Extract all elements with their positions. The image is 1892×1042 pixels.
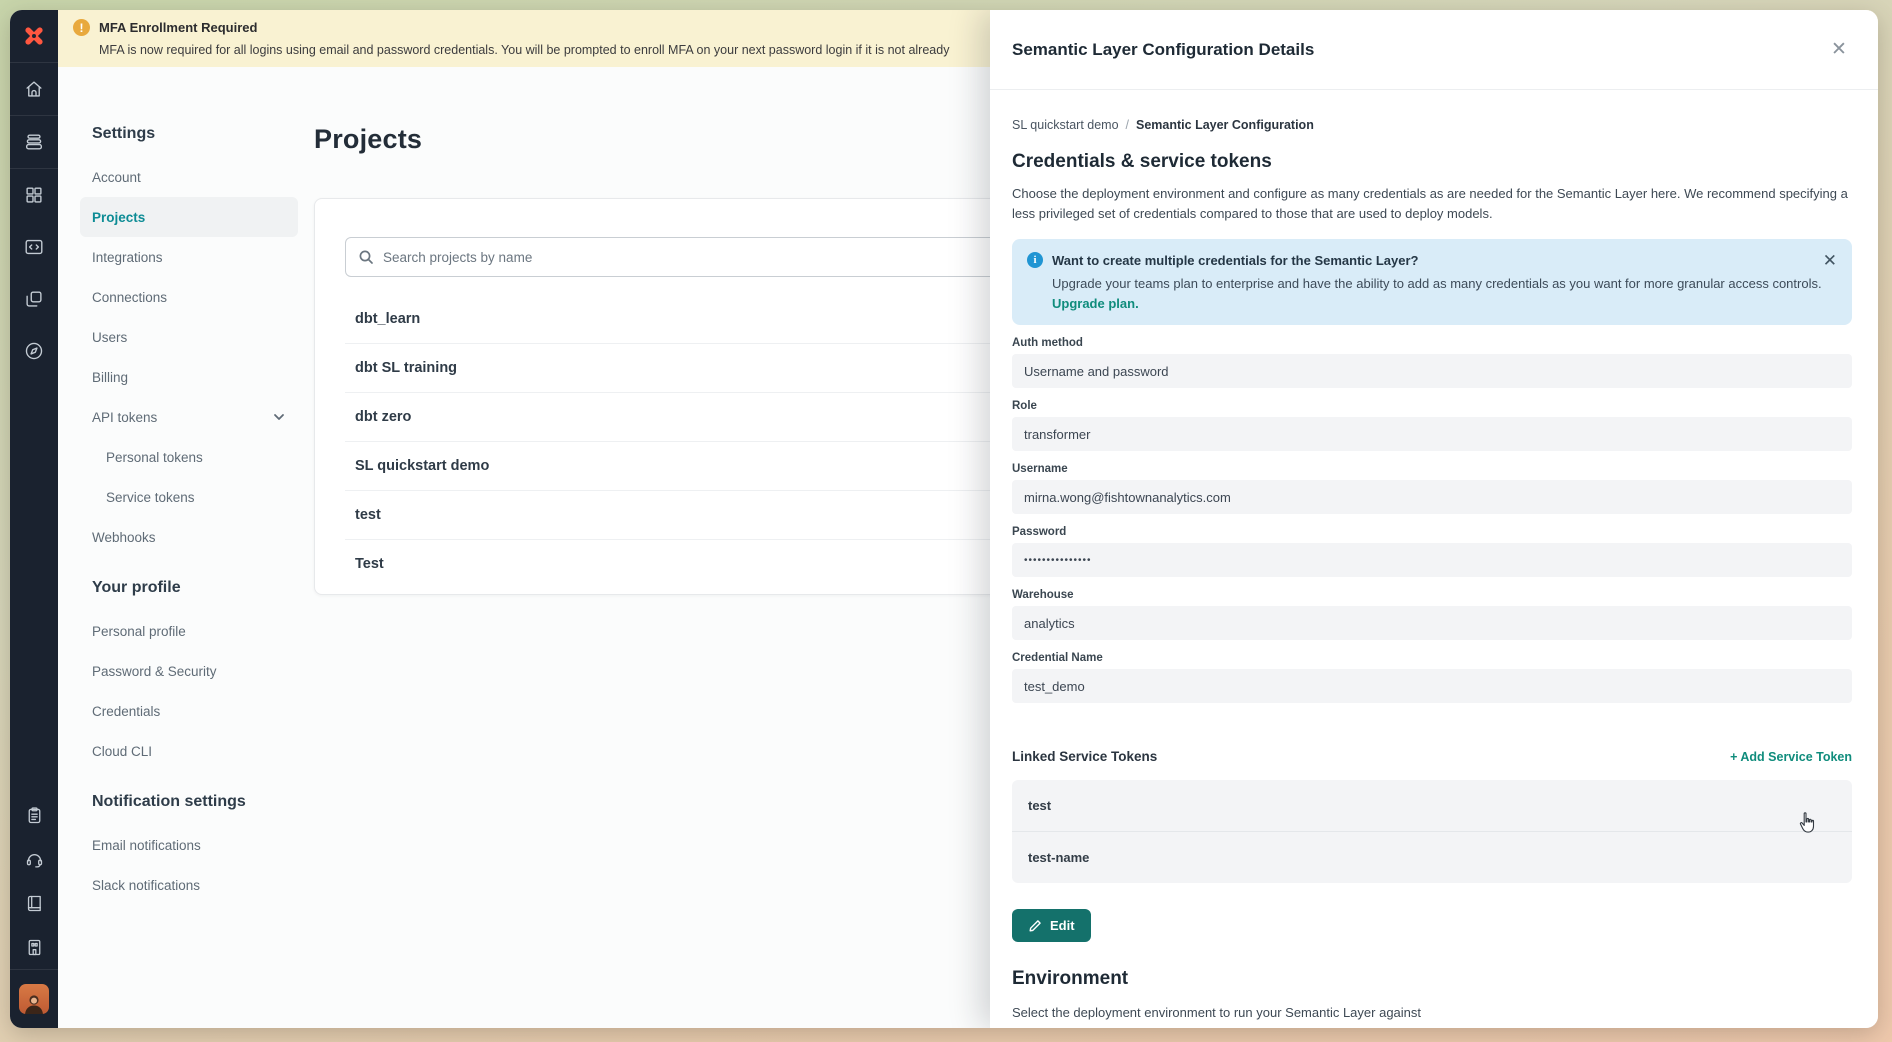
notification-section-title: Notification settings	[80, 793, 298, 811]
credentials-section-title: Credentials & service tokens	[1012, 151, 1852, 173]
field-label: Warehouse	[1012, 589, 1852, 601]
docs-book-icon[interactable]	[10, 881, 58, 925]
auth-method-input[interactable]: Username and password	[1012, 354, 1852, 388]
panel-body: SL quickstart demo / Semantic Layer Conf…	[990, 90, 1878, 1028]
service-tokens-list: test test-name	[1012, 780, 1852, 883]
sidebar-item-account[interactable]: Account	[80, 157, 298, 197]
field-warehouse: Warehouse analytics	[1012, 589, 1852, 640]
warehouse-input[interactable]: analytics	[1012, 606, 1852, 640]
profile-section-title: Your profile	[80, 579, 298, 597]
user-avatar[interactable]	[10, 970, 58, 1028]
organization-building-icon[interactable]	[10, 925, 58, 969]
settings-nav: Settings Account Projects Integrations C…	[80, 67, 298, 1028]
sidebar-item-email-notifications[interactable]: Email notifications	[80, 825, 298, 865]
field-credential-name: Credential Name test_demo	[1012, 652, 1852, 703]
field-password: Password •••••••••••••••	[1012, 526, 1852, 577]
environment-section-description: Select the deployment environment to run…	[1012, 1005, 1852, 1020]
field-label: Username	[1012, 463, 1852, 475]
warning-icon: !	[73, 19, 90, 36]
role-input[interactable]: transformer	[1012, 417, 1852, 451]
pencil-icon	[1028, 919, 1042, 933]
breadcrumb-parent[interactable]: SL quickstart demo	[1012, 118, 1119, 132]
sidebar-item-users[interactable]: Users	[80, 317, 298, 357]
sidebar-item-slack-notifications[interactable]: Slack notifications	[80, 865, 298, 905]
icon-rail	[10, 10, 58, 1028]
field-label: Credential Name	[1012, 652, 1852, 664]
field-username: Username mirna.wong@fishtownanalytics.co…	[1012, 463, 1852, 514]
field-auth-method: Auth method Username and password	[1012, 337, 1852, 388]
service-token-row[interactable]: test	[1012, 780, 1852, 832]
sidebar-item-password-security[interactable]: Password & Security	[80, 651, 298, 691]
add-service-token-button[interactable]: + Add Service Token	[1730, 750, 1852, 764]
breadcrumb-current: Semantic Layer Configuration	[1136, 118, 1314, 132]
sidebar-item-personal-profile[interactable]: Personal profile	[80, 611, 298, 651]
sidebar-item-personal-tokens[interactable]: Personal tokens	[80, 437, 298, 477]
explore-compass-icon[interactable]	[10, 325, 58, 377]
breadcrumb-separator: /	[1126, 118, 1129, 132]
breadcrumb: SL quickstart demo / Semantic Layer Conf…	[1012, 118, 1852, 132]
develop-ide-icon[interactable]	[10, 221, 58, 273]
apps-grid-icon[interactable]	[10, 169, 58, 221]
info-banner-title: Want to create multiple credentials for …	[1052, 253, 1419, 268]
sidebar-item-projects[interactable]: Projects	[80, 197, 298, 237]
field-label: Auth method	[1012, 337, 1852, 349]
service-token-row[interactable]: test-name	[1012, 832, 1852, 883]
sidebar-item-credentials[interactable]: Credentials	[80, 691, 298, 731]
close-icon[interactable]: ✕	[1826, 36, 1852, 62]
search-icon	[358, 249, 374, 265]
sidebar-item-service-tokens[interactable]: Service tokens	[80, 477, 298, 517]
sidebar-item-billing[interactable]: Billing	[80, 357, 298, 397]
panel-title: Semantic Layer Configuration Details	[1012, 40, 1314, 60]
semantic-layer-panel: Semantic Layer Configuration Details ✕ S…	[990, 10, 1878, 1028]
upgrade-info-banner: i Want to create multiple credentials fo…	[1012, 239, 1852, 325]
sidebar-item-cloud-cli[interactable]: Cloud CLI	[80, 731, 298, 771]
info-icon: i	[1027, 252, 1043, 268]
upgrade-plan-link[interactable]: Upgrade plan.	[1027, 296, 1836, 311]
sidebar-item-integrations[interactable]: Integrations	[80, 237, 298, 277]
field-label: Role	[1012, 400, 1852, 412]
duplicate-icon[interactable]	[10, 273, 58, 325]
deploy-icon[interactable]	[10, 116, 58, 168]
dbt-logo-icon[interactable]	[10, 10, 58, 62]
linked-service-tokens-label: Linked Service Tokens	[1012, 749, 1157, 764]
clipboard-icon[interactable]	[10, 793, 58, 837]
sidebar-item-connections[interactable]: Connections	[80, 277, 298, 317]
panel-header: Semantic Layer Configuration Details ✕	[990, 10, 1878, 90]
edit-button[interactable]: Edit	[1012, 909, 1091, 942]
password-input[interactable]: •••••••••••••••	[1012, 543, 1852, 577]
sidebar-item-webhooks[interactable]: Webhooks	[80, 517, 298, 557]
settings-nav-title: Settings	[80, 125, 298, 143]
app-window: ! MFA Enrollment Required MFA is now req…	[10, 10, 1878, 1028]
info-banner-body: Upgrade your teams plan to enterprise an…	[1027, 275, 1836, 294]
info-close-icon[interactable]: ✕	[1823, 251, 1837, 271]
field-role: Role transformer	[1012, 400, 1852, 451]
chevron-down-icon	[272, 410, 286, 424]
credentials-section-description: Choose the deployment environment and co…	[1012, 184, 1852, 224]
field-label: Password	[1012, 526, 1852, 538]
sidebar-item-api-tokens[interactable]: API tokens	[80, 397, 298, 437]
mfa-banner-title: MFA Enrollment Required	[99, 20, 257, 35]
support-headset-icon[interactable]	[10, 837, 58, 881]
credential-name-input[interactable]: test_demo	[1012, 669, 1852, 703]
home-icon[interactable]	[10, 63, 58, 115]
environment-section-title: Environment	[1012, 968, 1852, 990]
username-input[interactable]: mirna.wong@fishtownanalytics.com	[1012, 480, 1852, 514]
